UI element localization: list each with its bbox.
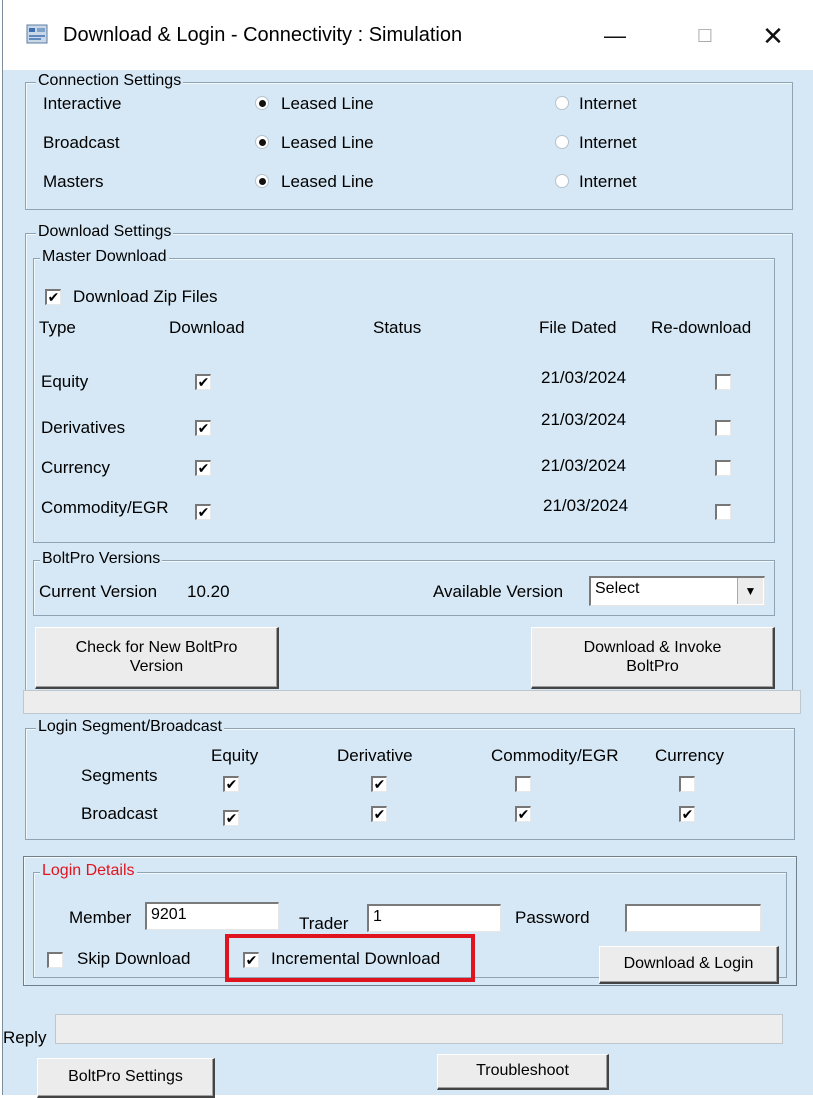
check-new-version-button[interactable]: Check for New BoltPro Version <box>35 627 279 689</box>
interactive-internet-label: Internet <box>579 94 637 113</box>
masters-leased-radio[interactable] <box>255 174 269 188</box>
skip-download-label: Skip Download <box>77 949 191 968</box>
incremental-download-label: Incremental Download <box>271 949 441 968</box>
broadcast-derivative-checkbox[interactable]: ✔ <box>371 806 387 822</box>
available-version-value: Select <box>595 580 640 597</box>
reply-label: Reply <box>3 1028 47 1047</box>
header-file-dated: File Dated <box>539 318 617 337</box>
boltpro-versions-label: BoltPro Versions <box>40 550 163 568</box>
segments-row-label: Segments <box>81 766 158 785</box>
download-zip-checkbox[interactable]: ✔ <box>45 289 61 305</box>
broadcast-leased-radio[interactable] <box>255 135 269 149</box>
col-derivative: Derivative <box>337 746 413 765</box>
row-label-broadcast: Broadcast <box>43 133 120 152</box>
commodity-redownload-checkbox[interactable] <box>715 504 731 520</box>
broadcast-leased-label: Leased Line <box>281 133 374 152</box>
interactive-leased-radio[interactable] <box>255 96 269 110</box>
derivatives-file-dated: 21/03/2024 <box>541 410 627 429</box>
check-button-line2: Version <box>129 657 184 675</box>
segments-derivative-checkbox[interactable]: ✔ <box>371 776 387 792</box>
download-progress-bar <box>23 690 801 714</box>
masters-leased-label: Leased Line <box>281 172 374 191</box>
invoke-button-line2: BoltPro <box>626 657 679 675</box>
incremental-download-checkbox[interactable]: ✔ <box>243 952 259 968</box>
trader-input[interactable]: 1 <box>367 904 501 932</box>
available-version-label: Available Version <box>433 582 564 601</box>
equity-redownload-checkbox[interactable] <box>715 374 731 390</box>
window-title: Download & Login - Connectivity : Simula… <box>63 24 463 46</box>
currency-redownload-checkbox[interactable] <box>715 460 731 476</box>
broadcast-equity-checkbox[interactable]: ✔ <box>223 810 239 826</box>
member-input[interactable]: 9201 <box>145 902 279 930</box>
segments-equity-checkbox[interactable]: ✔ <box>223 776 239 792</box>
derivatives-redownload-checkbox[interactable] <box>715 420 731 436</box>
download-zip-label: Download Zip Files <box>73 287 218 306</box>
broadcast-commodity-checkbox[interactable]: ✔ <box>515 806 531 822</box>
row-label-interactive: Interactive <box>43 94 122 113</box>
skip-download-checkbox[interactable] <box>47 952 63 968</box>
download-invoke-button[interactable]: Download & Invoke BoltPro <box>531 627 775 689</box>
row-label-masters: Masters <box>43 172 104 191</box>
login-details-label: Login Details <box>40 862 137 880</box>
master-download-label: Master Download <box>40 248 169 266</box>
check-button-line1: Check for New BoltPro <box>75 639 238 657</box>
type-derivatives: Derivatives <box>41 418 126 437</box>
chevron-down-icon[interactable]: ▼ <box>737 578 763 604</box>
broadcast-row-label: Broadcast <box>81 804 158 823</box>
commodity-file-dated: 21/03/2024 <box>543 496 629 515</box>
type-commodity: Commodity/EGR <box>41 498 169 517</box>
col-commodity: Commodity/EGR <box>491 746 619 765</box>
member-label: Member <box>69 908 132 927</box>
currency-download-checkbox[interactable]: ✔ <box>195 460 211 476</box>
boltpro-settings-button[interactable]: BoltPro Settings <box>37 1058 215 1098</box>
current-version-label: Current Version <box>39 582 158 601</box>
col-equity: Equity <box>211 746 259 765</box>
header-redownload: Re-download <box>651 318 752 337</box>
col-currency: Currency <box>655 746 724 765</box>
commodity-download-checkbox[interactable]: ✔ <box>195 504 211 520</box>
trader-label: Trader <box>299 914 349 933</box>
connection-settings-group: Connection Settings <box>25 72 793 210</box>
title-bar: Download & Login - Connectivity : Simula… <box>3 0 813 70</box>
broadcast-internet-label: Internet <box>579 133 637 152</box>
currency-file-dated: 21/03/2024 <box>541 456 627 475</box>
close-icon[interactable]: ✕ <box>743 14 803 58</box>
masters-internet-label: Internet <box>579 172 637 191</box>
download-login-button[interactable]: Download & Login <box>599 946 779 984</box>
minimize-icon[interactable]: — <box>585 14 645 58</box>
password-label: Password <box>515 908 590 927</box>
interactive-leased-label: Leased Line <box>281 94 374 113</box>
invoke-button-line1: Download & Invoke <box>583 639 722 657</box>
maximize-icon[interactable]: ☐ <box>675 14 735 58</box>
header-status: Status <box>373 318 422 337</box>
login-segment-label: Login Segment/Broadcast <box>36 718 225 736</box>
app-icon <box>26 24 48 44</box>
password-input[interactable] <box>625 904 761 932</box>
segments-commodity-checkbox[interactable] <box>515 776 531 792</box>
broadcast-currency-checkbox[interactable]: ✔ <box>679 806 695 822</box>
masters-internet-radio[interactable] <box>555 174 569 188</box>
equity-download-checkbox[interactable]: ✔ <box>195 374 211 390</box>
current-version-value: 10.20 <box>187 582 230 601</box>
equity-file-dated: 21/03/2024 <box>541 368 627 387</box>
broadcast-internet-radio[interactable] <box>555 135 569 149</box>
dialog-window: Download & Login - Connectivity : Simula… <box>2 0 813 1098</box>
troubleshoot-button[interactable]: Troubleshoot <box>437 1054 609 1090</box>
header-type: Type <box>39 318 76 337</box>
derivatives-download-checkbox[interactable]: ✔ <box>195 420 211 436</box>
segments-currency-checkbox[interactable] <box>679 776 695 792</box>
header-download: Download <box>169 318 245 337</box>
reply-field <box>55 1014 783 1044</box>
connection-settings-label: Connection Settings <box>36 72 184 90</box>
type-currency: Currency <box>41 458 110 477</box>
interactive-internet-radio[interactable] <box>555 96 569 110</box>
type-equity: Equity <box>41 372 89 391</box>
download-settings-label: Download Settings <box>36 223 174 241</box>
